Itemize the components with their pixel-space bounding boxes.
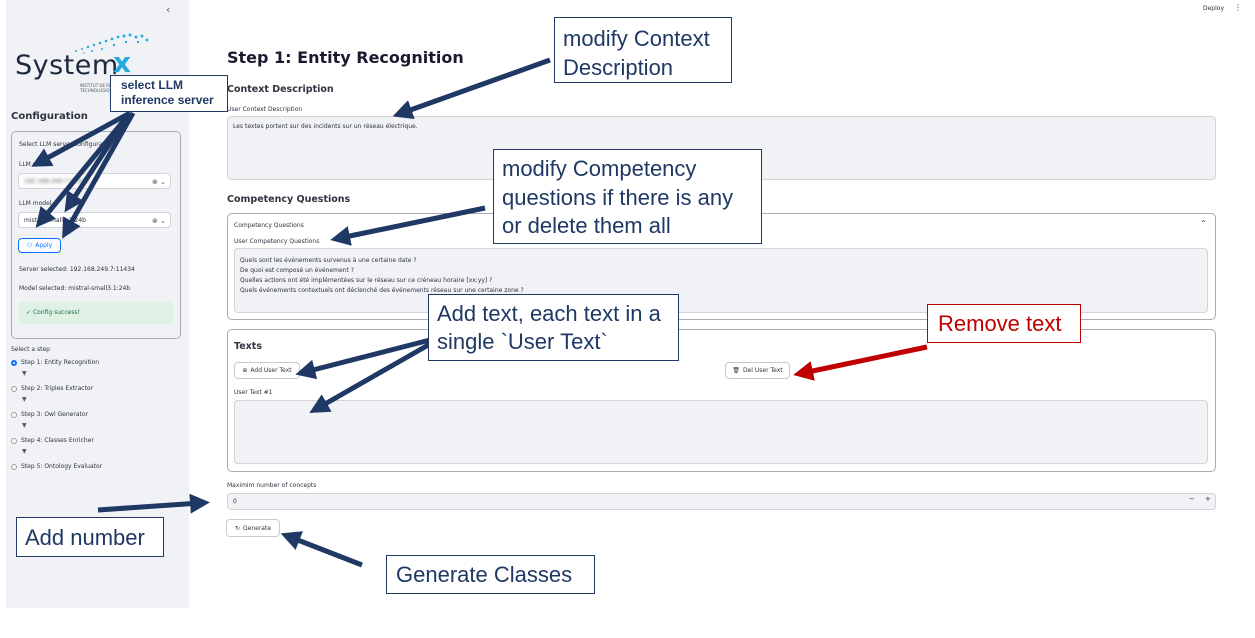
arrow-competency (330, 205, 486, 246)
arrow-number (97, 493, 210, 514)
annotation-llm: select LLM inference server (110, 75, 228, 112)
arrow-context (392, 57, 551, 120)
annotation-add-text: Add text, each text in a single `User Te… (428, 294, 679, 361)
annotation-remove-text: Remove text (927, 304, 1081, 343)
annotation-competency: modify Competency questions if there is … (493, 149, 762, 244)
annotation-add-number: Add number (16, 517, 164, 557)
arrow-remove (793, 344, 928, 381)
arrow-generate (280, 531, 363, 568)
annotation-context: modify Context Description (554, 17, 732, 83)
annotation-generate: Generate Classes (386, 555, 595, 594)
